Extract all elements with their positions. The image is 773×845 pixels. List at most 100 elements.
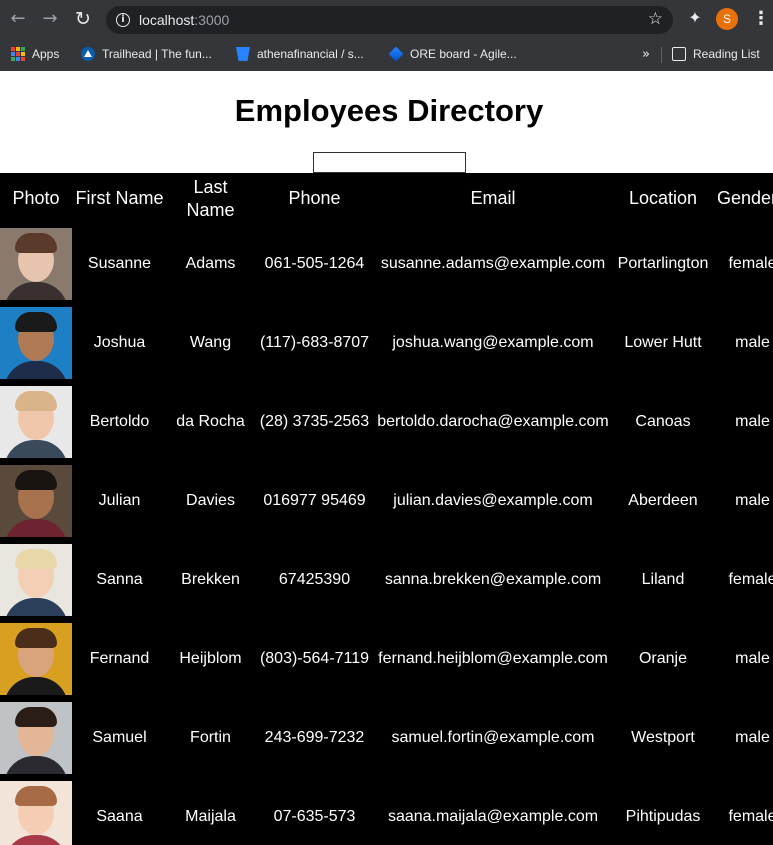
- email-cell: bertoldo.darocha@example.com: [377, 413, 609, 430]
- employee-photo: [0, 306, 72, 379]
- bookmark-apps[interactable]: Apps: [11, 45, 59, 63]
- photo-hair: [15, 706, 57, 727]
- table-row: Bertoldo da Rocha (28) 3735-2563 bertoldo.d…: [0, 382, 773, 461]
- reading-list-button[interactable]: Reading List: [672, 45, 760, 63]
- header-last-name[interactable]: Last Name: [167, 173, 254, 224]
- profile-avatar[interactable]: S: [716, 8, 738, 30]
- gender-cell: male: [735, 729, 770, 746]
- header-first-name[interactable]: First Name: [72, 173, 167, 224]
- table-row: Susanne Adams 061-505-1264 susanne.adams@ex…: [0, 224, 773, 303]
- bookmarks-overflow-chevron-icon[interactable]: »: [642, 45, 650, 63]
- email-cell: joshua.wang@example.com: [392, 334, 594, 351]
- photo-hair: [15, 469, 57, 490]
- gender-cell: male: [735, 650, 770, 667]
- jira-icon: [388, 46, 404, 62]
- apps-grid-icon: [11, 47, 25, 61]
- photo-hair: [15, 311, 57, 332]
- email-cell: fernand.heijblom@example.com: [378, 650, 608, 667]
- browser-toolbar: ← → ↻ i localhost:3000 ☆ ✦ S ⋮: [0, 0, 773, 38]
- table-header-row: Photo First Name Last Name Phone Email L…: [0, 173, 773, 224]
- last-name-cell: Wang: [189, 334, 232, 351]
- first-name-cell: Joshua: [93, 334, 146, 351]
- photo-shoulders: [4, 676, 68, 695]
- bookmark-label: Apps: [32, 47, 60, 61]
- photo-shoulders: [4, 439, 68, 458]
- employee-photo: [0, 622, 72, 695]
- last-name-cell: Davies: [186, 492, 235, 509]
- header-email[interactable]: Email: [375, 173, 611, 224]
- email-cell: saana.maijala@example.com: [387, 808, 599, 825]
- phone-cell: 07-635-573: [273, 808, 356, 825]
- trailhead-icon: [81, 47, 95, 61]
- header-phone[interactable]: Phone: [254, 173, 375, 224]
- photo-cell: [0, 382, 72, 461]
- photo-shoulders: [4, 755, 68, 774]
- photo-cell: [0, 540, 72, 619]
- bookmark-label: Trailhead | The fun...: [102, 47, 212, 61]
- first-name-cell: Julian: [98, 492, 141, 509]
- last-name-cell: Adams: [185, 255, 236, 272]
- last-name-cell: da Rocha: [176, 413, 245, 430]
- kebab-menu-icon[interactable]: ⋮: [752, 8, 770, 30]
- phone-cell: 016977 95469: [263, 492, 366, 509]
- employees-table-body: Susanne Adams 061-505-1264 susanne.adams@ex…: [0, 224, 773, 845]
- location-cell: Pihtipudas: [625, 808, 701, 825]
- photo-shoulders: [4, 834, 68, 845]
- first-name-cell: Susanne: [87, 255, 152, 272]
- header-photo[interactable]: Photo: [0, 173, 72, 224]
- bookmark-athenafinancial[interactable]: athenafinancial / s...: [236, 45, 364, 63]
- location-cell: Westport: [631, 729, 695, 746]
- email-cell: susanne.adams@example.com: [380, 255, 606, 272]
- bookmark-trailhead[interactable]: Trailhead | The fun...: [81, 45, 212, 63]
- reload-icon[interactable]: ↻: [71, 7, 95, 31]
- header-location[interactable]: Location: [611, 173, 715, 224]
- employee-photo: [0, 701, 72, 774]
- back-arrow-icon[interactable]: ←: [6, 7, 30, 31]
- employee-photo: [0, 385, 72, 458]
- first-name-cell: Saana: [96, 808, 143, 825]
- gender-cell: female: [728, 255, 773, 272]
- table-row: Joshua Wang (117)-683-8707 joshua.wang@exam…: [0, 303, 773, 382]
- last-name-cell: Brekken: [181, 571, 240, 588]
- table-row: Fernand Heijblom (803)-564-7119 fernand.hei…: [0, 619, 773, 698]
- email-cell: julian.davies@example.com: [393, 492, 593, 509]
- bookmark-label: ORE board - Agile...: [410, 47, 517, 61]
- page-content: Employees Directory Photo First Name Las…: [0, 71, 773, 845]
- gender-cell: male: [735, 413, 770, 430]
- address-bar[interactable]: i localhost:3000 ☆: [106, 6, 673, 34]
- info-icon[interactable]: i: [116, 13, 130, 27]
- header-gender[interactable]: Gender: [715, 173, 773, 224]
- photo-shoulders: [4, 281, 68, 300]
- url-text[interactable]: localhost:3000: [139, 12, 229, 28]
- gender-cell: female: [728, 808, 773, 825]
- last-name-cell: Maijala: [185, 808, 236, 825]
- phone-cell: (117)-683-8707: [259, 334, 370, 351]
- email-cell: sanna.brekken@example.com: [384, 571, 602, 588]
- forward-arrow-icon[interactable]: →: [38, 7, 62, 31]
- photo-hair: [15, 627, 57, 648]
- employee-photo: [0, 780, 72, 845]
- photo-cell: [0, 303, 72, 382]
- photo-shoulders: [4, 360, 68, 379]
- phone-cell: 243-699-7232: [264, 729, 365, 746]
- photo-cell: [0, 777, 72, 845]
- url-host: localhost: [139, 12, 195, 28]
- location-cell: Liland: [641, 571, 685, 588]
- gender-cell: female: [728, 571, 773, 588]
- url-port: :3000: [194, 12, 230, 28]
- bookmark-star-icon[interactable]: ☆: [648, 9, 663, 29]
- employee-photo: [0, 227, 72, 300]
- extensions-puzzle-icon[interactable]: ✦: [685, 8, 705, 28]
- phone-cell: 67425390: [278, 571, 351, 588]
- search-input[interactable]: [313, 152, 466, 173]
- bookmark-ore-board[interactable]: ORE board - Agile...: [388, 45, 517, 63]
- bookmark-label: athenafinancial / s...: [257, 47, 364, 61]
- location-cell: Canoas: [635, 413, 691, 430]
- phone-cell: 061-505-1264: [264, 255, 365, 272]
- location-cell: Aberdeen: [628, 492, 698, 509]
- reading-list-icon: [672, 47, 686, 61]
- table-row: Saana Maijala 07-635-573 saana.maijala@exam…: [0, 777, 773, 845]
- reading-list-label: Reading List: [693, 47, 760, 61]
- photo-shoulders: [4, 597, 68, 616]
- employee-photo: [0, 543, 72, 616]
